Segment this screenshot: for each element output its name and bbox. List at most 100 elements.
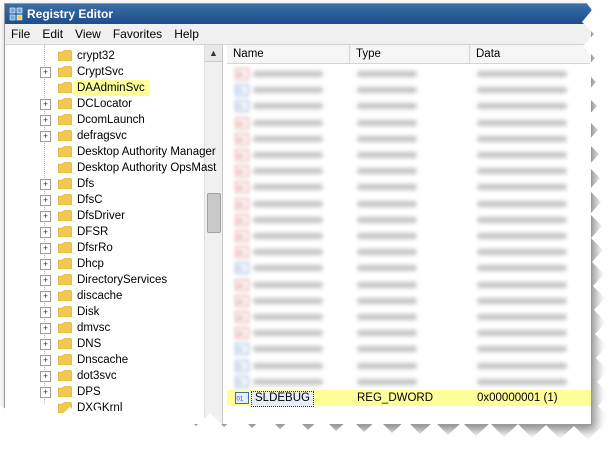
tree-item[interactable]: + Dnscache [5, 352, 204, 368]
redacted-text-blur [357, 314, 417, 320]
value-row[interactable]: ab [227, 228, 591, 244]
tree-item[interactable]: DAAdminSvc [5, 80, 204, 96]
menu-favorites[interactable]: Favorites [107, 24, 168, 44]
redacted-text-blur [477, 135, 567, 142]
value-row[interactable]: 01 [227, 374, 591, 390]
expand-icon[interactable]: + [40, 243, 51, 254]
value-row[interactable]: 01 [227, 260, 591, 276]
redacted-text-blur [477, 233, 567, 239]
redacted-text-blur [357, 152, 417, 158]
redacted-text-blur [357, 297, 417, 304]
tree-item[interactable]: + DFSR [5, 224, 204, 240]
tree-item[interactable]: + Dhcp [5, 256, 204, 272]
tree-item[interactable]: Desktop Authority Manager [5, 144, 216, 160]
expand-icon[interactable]: + [40, 179, 51, 190]
scroll-thumb[interactable] [207, 193, 221, 233]
menu-view[interactable]: View [69, 24, 107, 44]
redacted-text-blur [357, 184, 417, 191]
value-row[interactable]: ab [227, 277, 591, 293]
tree-item-label: DPS [77, 386, 101, 398]
redacted-text-blur [357, 265, 417, 272]
tree-item[interactable]: + CryptSvc [5, 64, 204, 80]
expand-icon[interactable]: + [40, 67, 51, 78]
expand-icon[interactable]: + [40, 355, 51, 366]
redacted-text-blur [253, 249, 323, 256]
reg-string-icon: ab [235, 197, 249, 210]
expand-icon[interactable]: + [40, 339, 51, 350]
tree-item[interactable]: + DcomLaunch [5, 112, 204, 128]
value-row[interactable]: ab [227, 131, 591, 147]
tree-item[interactable]: Desktop Authority OpsMast [5, 160, 216, 176]
tree-item[interactable]: crypt32 [5, 48, 204, 64]
tree-item-label: crypt32 [77, 50, 115, 62]
tree-item-label: DFSR [77, 226, 109, 238]
menu-help[interactable]: Help [168, 24, 205, 44]
svg-text:ab: ab [237, 73, 244, 79]
expand-icon[interactable]: + [40, 323, 51, 334]
value-name[interactable]: SLDEBUG [251, 391, 314, 407]
value-row[interactable]: ab [227, 212, 591, 228]
expand-icon[interactable]: + [40, 259, 51, 270]
column-header-data[interactable]: Data [470, 45, 591, 63]
column-header-type[interactable]: Type [350, 45, 470, 63]
value-row[interactable]: 01 [227, 358, 591, 374]
expand-icon[interactable]: + [40, 227, 51, 238]
value-row[interactable]: ab [227, 309, 591, 325]
expand-icon[interactable]: + [40, 211, 51, 222]
menu-edit[interactable]: Edit [36, 24, 69, 44]
value-row[interactable]: ab [227, 147, 591, 163]
reg-string-icon: ab [235, 132, 249, 145]
tree-item[interactable]: + defragsvc [5, 128, 204, 144]
value-row[interactable]: 01 [227, 98, 591, 114]
tree-item[interactable]: + DfsrRo [5, 240, 204, 256]
tree-item[interactable]: + DfsDriver [5, 208, 204, 224]
value-row[interactable]: ab [227, 163, 591, 179]
expand-icon[interactable]: + [40, 291, 51, 302]
svg-text:ab: ab [237, 251, 244, 257]
tree-item[interactable]: + DfsC [5, 192, 204, 208]
tree-item[interactable]: + DNS [5, 336, 204, 352]
tree-item[interactable]: + dmvsc [5, 320, 204, 336]
tree-item[interactable]: + dot3svc [5, 368, 204, 384]
tree-item[interactable]: + DCLocator [5, 96, 204, 112]
svg-text:ab: ab [237, 316, 244, 322]
value-row[interactable]: ab [227, 179, 591, 195]
scroll-up-arrow-icon[interactable]: ▲ [205, 45, 222, 62]
redacted-text-blur [357, 87, 417, 94]
title-bar[interactable]: Registry Editor [5, 4, 591, 24]
tree-item[interactable]: + Disk [5, 304, 204, 320]
value-row[interactable]: 01 [227, 341, 591, 357]
value-row[interactable]: ab [227, 244, 591, 260]
tree-scrollbar[interactable]: ▲ [204, 45, 222, 424]
value-row[interactable]: ab [227, 325, 591, 341]
tree-item-label: DXGKrnl [77, 402, 123, 414]
value-row[interactable]: ab [227, 115, 591, 131]
expand-icon[interactable]: + [40, 115, 51, 126]
expand-icon[interactable]: + [40, 275, 51, 286]
values-pane[interactable]: Name Type Data ab 01 01 ab ab ab ab ab ab ab ab ab 0… [227, 45, 591, 424]
tree-item[interactable]: + DirectoryServices [5, 272, 204, 288]
redacted-text-blur [253, 216, 323, 223]
folder-icon [58, 178, 72, 189]
redacted-text-blur [357, 249, 417, 256]
tree-item[interactable]: DXGKrnl [5, 400, 204, 416]
expand-icon[interactable]: + [40, 131, 51, 142]
expand-icon[interactable]: + [40, 195, 51, 206]
expand-icon[interactable]: + [40, 371, 51, 382]
value-row[interactable]: ab [227, 66, 591, 82]
svg-text:ab: ab [237, 121, 244, 127]
value-row[interactable]: 01 [227, 82, 591, 98]
key-tree-pane[interactable]: ▲ crypt32 + CryptSvc DAAdminSvc + DCLocator + D… [5, 45, 223, 424]
value-row[interactable]: ab [227, 196, 591, 212]
column-header-name[interactable]: Name [227, 45, 350, 63]
redacted-text-blur [477, 265, 567, 272]
expand-icon[interactable]: + [40, 387, 51, 398]
tree-item[interactable]: + discache [5, 288, 204, 304]
menu-file[interactable]: File [5, 24, 36, 44]
expand-icon[interactable]: + [40, 99, 51, 110]
value-row[interactable]: 01 SLDEBUG REG_DWORD 0x00000001 (1) [227, 390, 591, 407]
value-row[interactable]: ab [227, 293, 591, 309]
expand-icon[interactable]: + [40, 307, 51, 318]
tree-item[interactable]: + Dfs [5, 176, 204, 192]
tree-item[interactable]: + DPS [5, 384, 204, 400]
